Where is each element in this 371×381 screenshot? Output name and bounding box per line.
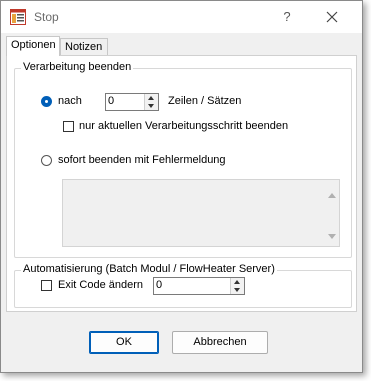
close-button[interactable]: [317, 7, 347, 27]
error-message-scrollbar[interactable]: [323, 180, 339, 246]
scroll-down-icon[interactable]: [328, 234, 336, 239]
rows-spinner-value[interactable]: 0: [108, 95, 114, 107]
processing-group: Verarbeitung beenden nach 0 Zeilen / Sät…: [14, 61, 352, 258]
title-bar: Stop ?: [1, 1, 362, 33]
tab-optionen[interactable]: Optionen: [6, 36, 60, 56]
exit-code-spinner[interactable]: 0: [153, 277, 245, 295]
help-button[interactable]: ?: [272, 7, 302, 27]
rows-spinner-down-button[interactable]: [145, 102, 158, 110]
tab-bar: Optionen Notizen: [6, 36, 357, 56]
arrow-down-icon: [148, 104, 154, 108]
immediate-option-label: sofort beenden mit Fehlermeldung: [58, 154, 226, 166]
exit-code-spinner-value[interactable]: 0: [156, 279, 162, 291]
arrow-up-icon: [234, 280, 240, 284]
rows-spinner[interactable]: 0: [105, 93, 159, 111]
error-message-field[interactable]: [62, 179, 340, 247]
arrow-up-icon: [148, 96, 154, 100]
scroll-up-icon[interactable]: [328, 193, 336, 198]
exit-code-spinner-buttons: [230, 278, 244, 294]
automation-group: Automatisierung (Batch Modul / FlowHeate…: [14, 263, 352, 308]
close-icon: [326, 11, 338, 23]
exit-code-spinner-down-button[interactable]: [231, 286, 244, 294]
stop-dialog: Stop ? Optionen Notizen Verarbeitung bee…: [0, 0, 363, 373]
automation-group-title: Automatisierung (Batch Modul / FlowHeate…: [21, 263, 277, 275]
after-option-radio[interactable]: [41, 96, 52, 107]
rows-spinner-buttons: [144, 94, 158, 110]
processing-group-title: Verarbeitung beenden: [21, 61, 134, 73]
exit-code-label: Exit Code ändern: [58, 279, 143, 291]
arrow-down-icon: [234, 288, 240, 292]
options-tab-page: Verarbeitung beenden nach 0 Zeilen / Sät…: [6, 55, 357, 312]
cancel-button[interactable]: Abbrechen: [172, 331, 268, 354]
app-icon: [10, 9, 26, 25]
ok-button[interactable]: OK: [89, 331, 159, 354]
window-title: Stop: [34, 10, 59, 24]
current-step-checkbox[interactable]: [63, 121, 74, 132]
immediate-option-radio[interactable]: [41, 155, 52, 166]
after-option-label: nach: [58, 95, 82, 107]
exit-code-checkbox[interactable]: [41, 280, 52, 291]
current-step-label: nur aktuellen Verarbeitungsschritt beend…: [79, 120, 289, 132]
rows-unit-label: Zeilen / Sätzen: [168, 95, 242, 107]
tab-notizen[interactable]: Notizen: [60, 38, 108, 55]
